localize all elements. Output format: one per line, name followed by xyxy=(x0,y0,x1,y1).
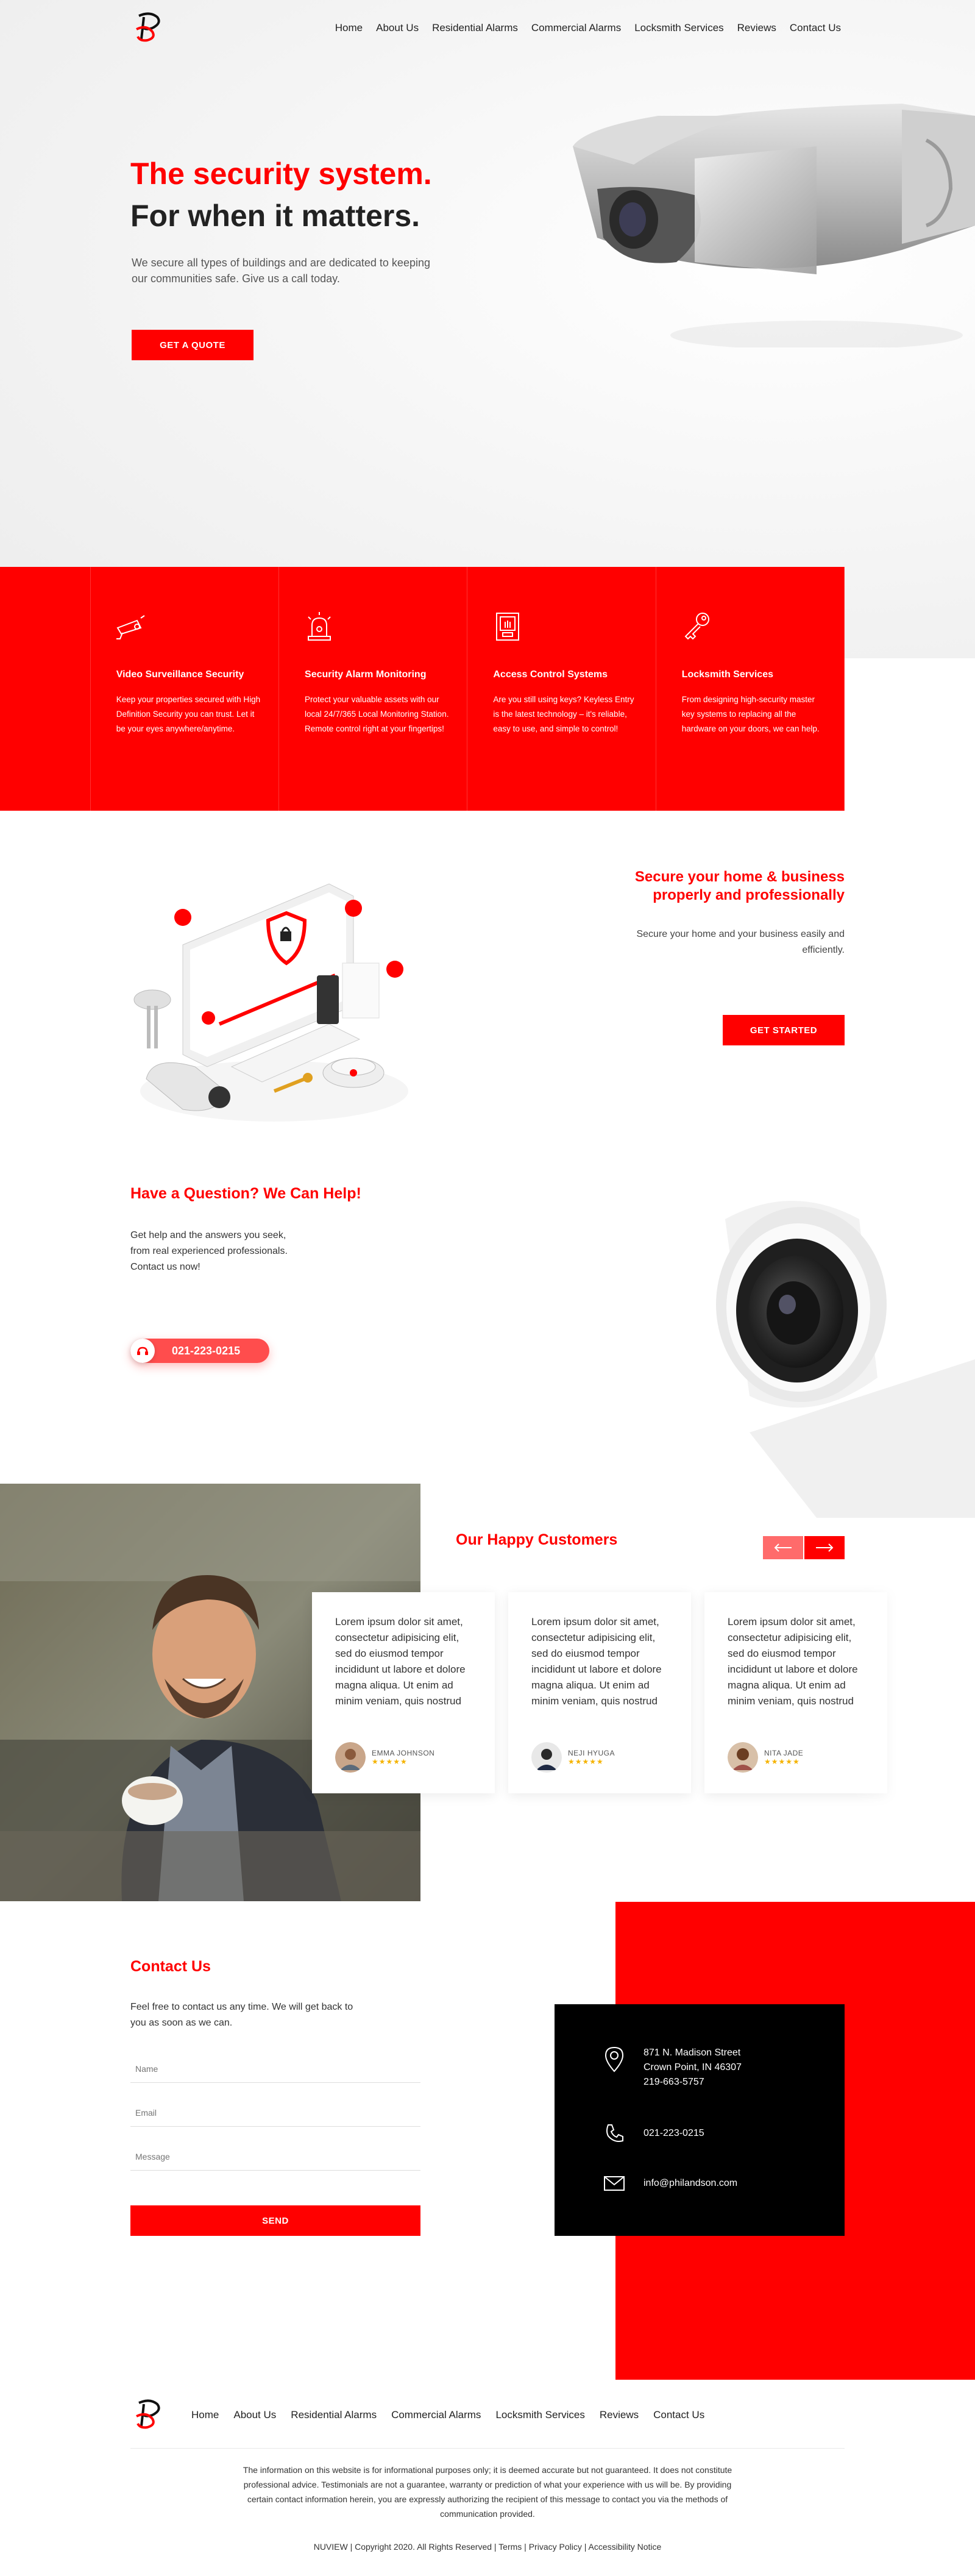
get-started-button[interactable]: GET STARTED xyxy=(723,1015,845,1045)
name-field[interactable] xyxy=(130,2060,420,2083)
service-title: Access Control Systems xyxy=(493,669,608,680)
address-line2: Crown Point, IN 46307 xyxy=(644,2062,742,2073)
message-input[interactable] xyxy=(130,2148,420,2165)
phone-row: 021-223-0215 xyxy=(603,2122,704,2144)
author-name: EMMA JOHNSON xyxy=(372,1749,435,1757)
camera-icon xyxy=(116,615,145,639)
contact-phone[interactable]: 021-223-0215 xyxy=(644,2122,704,2141)
author-name: NEJI HYUGA xyxy=(568,1749,615,1757)
customers-title: Our Happy Customers xyxy=(456,1531,618,1548)
nav-home[interactable]: Home xyxy=(335,22,363,34)
security-system-illustration xyxy=(133,883,408,1122)
footer-nav-residential[interactable]: Residential Alarms xyxy=(291,2409,377,2421)
phone-number: 021-223-0215 xyxy=(172,1344,241,1357)
nav-residential[interactable]: Residential Alarms xyxy=(432,22,518,34)
carousel-next-button[interactable] xyxy=(804,1536,845,1559)
alarm-icon xyxy=(308,612,332,641)
footer-nav-home[interactable]: Home xyxy=(191,2409,219,2421)
footer-logo[interactable] xyxy=(132,2398,165,2431)
phone-handset-icon xyxy=(606,2124,623,2142)
question-title: Have a Question? We Can Help! xyxy=(130,1185,361,1202)
footer-nav-commercial[interactable]: Commercial Alarms xyxy=(391,2409,481,2421)
nav-commercial[interactable]: Commercial Alarms xyxy=(531,22,621,34)
testimonial-author: NITA JADE ★★★★★ xyxy=(728,1742,803,1773)
address-phone[interactable]: 219-663-5757 xyxy=(644,2075,742,2090)
services-spacer xyxy=(0,567,91,811)
footer-nav-about[interactable]: About Us xyxy=(233,2409,276,2421)
service-text: Are you still using keys? Keyless Entry … xyxy=(493,695,634,733)
contact-title: Contact Us xyxy=(130,1958,211,1975)
secure-text: Secure your home and your business easil… xyxy=(636,929,845,955)
avatar xyxy=(531,1742,562,1773)
testimonial-card: Lorem ipsum dolor sit amet, consectetur … xyxy=(312,1592,495,1793)
message-field[interactable] xyxy=(130,2148,420,2171)
star-rating: ★★★★★ xyxy=(568,1757,604,1766)
avatar xyxy=(335,1742,366,1773)
email-field[interactable] xyxy=(130,2104,420,2127)
hero-text: We secure all types of buildings and are… xyxy=(132,257,430,285)
footer-divider xyxy=(130,2448,845,2449)
question-text: Get help and the answers you seek, from … xyxy=(130,1230,288,1272)
service-title: Video Surveillance Security xyxy=(116,669,244,680)
services-band: Video Surveillance Security Keep your pr… xyxy=(0,567,845,811)
avatar xyxy=(728,1742,758,1773)
address-line1: 871 N. Madison Street xyxy=(644,2048,741,2058)
footer-nav: Home About Us Residential Alarms Commerc… xyxy=(191,2409,704,2421)
service-title: Security Alarm Monitoring xyxy=(305,669,427,680)
email-input[interactable] xyxy=(130,2104,420,2121)
dome-camera-image xyxy=(716,1201,975,1518)
contact-email[interactable]: info@philandson.com xyxy=(644,2175,737,2191)
nav-reviews[interactable]: Reviews xyxy=(737,22,776,34)
nav-contact[interactable]: Contact Us xyxy=(790,22,841,34)
brand-logo[interactable] xyxy=(132,11,165,44)
star-rating: ★★★★★ xyxy=(372,1757,408,1766)
hero-headline-dark: For when it matters. xyxy=(130,199,420,233)
nav-about[interactable]: About Us xyxy=(376,22,419,34)
nav-locksmith[interactable]: Locksmith Services xyxy=(634,22,723,34)
testimonial-author: NEJI HYUGA ★★★★★ xyxy=(531,1742,615,1773)
security-camera-image xyxy=(573,104,975,347)
address-row: 871 N. Madison Street Crown Point, IN 46… xyxy=(603,2046,742,2090)
footer-nav-reviews[interactable]: Reviews xyxy=(600,2409,639,2421)
carousel-prev-button[interactable] xyxy=(763,1536,803,1559)
main-nav: Home About Us Residential Alarms Commerc… xyxy=(335,22,841,34)
get-quote-button[interactable]: GET A QUOTE xyxy=(132,330,254,360)
author-name: NITA JADE xyxy=(764,1749,804,1757)
contact-info-box: 871 N. Madison Street Crown Point, IN 46… xyxy=(555,2004,845,2236)
service-text: Keep your properties secured with High D… xyxy=(116,695,261,733)
footer-nav-locksmith[interactable]: Locksmith Services xyxy=(495,2409,584,2421)
service-video-surveillance[interactable]: Video Surveillance Security Keep your pr… xyxy=(91,567,280,811)
service-text: From designing high-security master key … xyxy=(681,695,820,733)
contact-text: Feel free to contact us any time. We wil… xyxy=(130,2002,353,2028)
footer-disclaimer: The information on this website is for i… xyxy=(243,2465,732,2519)
location-pin-icon xyxy=(604,2046,624,2073)
call-phone-button[interactable]: 021-223-0215 xyxy=(130,1339,269,1363)
arrow-right-icon xyxy=(816,1543,834,1552)
footer-nav-contact[interactable]: Contact Us xyxy=(653,2409,704,2421)
key-icon xyxy=(684,613,709,640)
star-rating: ★★★★★ xyxy=(764,1757,800,1766)
service-locksmith[interactable]: Locksmith Services From designing high-s… xyxy=(656,567,845,811)
service-access-control[interactable]: Access Control Systems Are you still usi… xyxy=(467,567,656,811)
mail-icon xyxy=(604,2176,625,2191)
secure-title: Secure your home & business properly and… xyxy=(634,869,845,903)
testimonial-text: Lorem ipsum dolor sit amet, consectetur … xyxy=(335,1616,466,1707)
testimonial-text: Lorem ipsum dolor sit amet, consectetur … xyxy=(531,1616,662,1707)
hero-headline-red: The security system. xyxy=(130,157,432,191)
access-icon xyxy=(496,613,520,641)
send-button[interactable]: SEND xyxy=(130,2205,420,2236)
arrow-left-icon xyxy=(774,1543,792,1552)
testimonial-card: Lorem ipsum dolor sit amet, consectetur … xyxy=(508,1592,691,1793)
service-title: Locksmith Services xyxy=(681,669,773,680)
testimonial-text: Lorem ipsum dolor sit amet, consectetur … xyxy=(728,1616,858,1707)
carousel-fade-overlay xyxy=(853,1585,975,1804)
name-input[interactable] xyxy=(130,2060,420,2077)
service-text: Protect your valuable assets with our lo… xyxy=(305,695,449,733)
service-alarm-monitoring[interactable]: Security Alarm Monitoring Protect your v… xyxy=(279,567,468,811)
phone-icon xyxy=(130,1339,155,1363)
testimonial-author: EMMA JOHNSON ★★★★★ xyxy=(335,1742,434,1773)
footer-copyright: NUVIEW | Copyright 2020. All Rights Rese… xyxy=(313,2542,662,2552)
email-row: info@philandson.com xyxy=(603,2175,737,2192)
